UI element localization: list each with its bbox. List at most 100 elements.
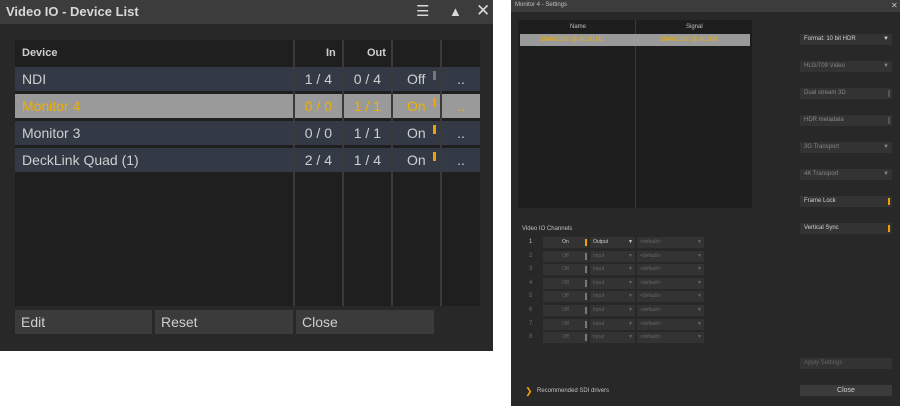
device-more-button[interactable]: ..: [442, 67, 480, 91]
channel-mode-select[interactable]: Input ▼: [590, 277, 635, 289]
channel-mode-select[interactable]: Input ▼: [590, 250, 635, 262]
status-indicator: [433, 125, 436, 134]
channel-mode-label: Input: [593, 252, 605, 259]
column-header-out: Out: [367, 47, 386, 59]
close-icon[interactable]: ✕: [891, 1, 898, 10]
device-more-button[interactable]: ..: [442, 94, 480, 118]
vertical-sync-toggle[interactable]: Vertical Sync: [800, 223, 892, 234]
column-divider: [635, 20, 636, 208]
option-select[interactable]: 4K Transport ▼: [800, 169, 892, 180]
channel-state-toggle[interactable]: On: [543, 237, 588, 248]
channel-mode-label: Input: [593, 293, 605, 300]
toggle-indicator: [888, 225, 890, 232]
channel-state-toggle[interactable]: Off: [543, 318, 588, 330]
table-row-selected[interactable]: Monitor 4 0 / 0 1 / 1 On ..: [15, 94, 480, 118]
chevron-down-icon: ▼: [628, 293, 633, 300]
format-select[interactable]: Format: 10 bit HDR ▼: [800, 34, 892, 45]
device-name: NDI: [15, 67, 293, 91]
channel-route-select[interactable]: <default> ▼: [637, 277, 704, 289]
table-row[interactable]: DeckLink Quad (1) 2 / 4 1 / 4 On ..: [15, 148, 480, 172]
reset-button[interactable]: Reset: [155, 310, 293, 334]
channel-mode-select[interactable]: Input ▼: [590, 305, 635, 316]
format-label: Format: 10 bit HDR: [804, 36, 856, 42]
channel-route-select[interactable]: <default> ▼: [637, 305, 704, 316]
table-row[interactable]: NDI 1 / 4 0 / 4 Off ..: [15, 67, 480, 91]
channel-state-label: Off: [562, 307, 569, 313]
option-label: HLG/709 Video: [804, 63, 845, 69]
frame-lock-toggle[interactable]: Frame Lock: [800, 196, 892, 207]
device-status-toggle[interactable]: On: [393, 94, 440, 118]
channel-mode-select[interactable]: Input ▼: [590, 264, 635, 276]
channel-state-toggle[interactable]: Off: [543, 250, 588, 262]
table-row[interactable]: Monitor 3 0 / 0 1 / 1 On ..: [15, 121, 480, 145]
chevron-right-icon: ❯: [525, 386, 533, 396]
column-header-signal: Signal: [686, 24, 703, 30]
option-label: 3G Transport: [804, 144, 840, 150]
close-button[interactable]: Close: [800, 385, 892, 396]
chevron-down-icon: ▼: [628, 279, 633, 286]
toggle-indicator: [585, 266, 587, 274]
device-more-button[interactable]: ..: [442, 148, 480, 172]
channel-route-select[interactable]: <default> ▼: [637, 237, 704, 248]
channel-route-label: <default>: [640, 266, 661, 273]
channel-route-select[interactable]: <default> ▼: [637, 318, 704, 330]
chevron-down-icon: ▼: [883, 36, 889, 42]
channel-mode-label: Input: [593, 266, 605, 273]
channel-state-toggle[interactable]: Off: [543, 277, 588, 289]
channel-mode-label: Input: [593, 279, 605, 286]
device-out: 1 / 1: [344, 121, 391, 145]
channel-route-label: <default>: [640, 334, 661, 341]
toggle-indicator: [585, 334, 587, 342]
channel-mode-select[interactable]: Output ▼: [590, 237, 635, 248]
channel-state-toggle[interactable]: Off: [543, 264, 588, 276]
channel-row: 5 Off Input ▼ <default> ▼: [511, 291, 751, 303]
option-toggle[interactable]: Dual stream 3D: [800, 88, 892, 99]
recommended-drivers-link[interactable]: Recommended SDI drivers: [537, 388, 609, 394]
device-status-toggle[interactable]: On: [393, 121, 440, 145]
channel-route-select[interactable]: <default> ▼: [637, 291, 704, 303]
collapse-icon[interactable]: ▲: [449, 4, 462, 20]
menu-icon[interactable]: ☰: [416, 4, 429, 20]
channel-state-toggle[interactable]: Off: [543, 291, 588, 303]
signal-name: 3840x2160 @ 60.00 Hz: [540, 37, 604, 43]
chevron-down-icon: ▼: [697, 279, 702, 286]
status-indicator: [433, 98, 436, 107]
vertical-sync-label: Vertical Sync: [804, 225, 839, 231]
device-status-toggle[interactable]: On: [393, 148, 440, 172]
apply-settings-button[interactable]: Apply Settings: [800, 358, 892, 369]
channel-state-label: Off: [562, 320, 569, 327]
chevron-down-icon: ▼: [628, 320, 633, 327]
device-table: Device In Out NDI 1 / 4 0 / 4 Off .. Mon…: [15, 40, 480, 306]
option-toggle[interactable]: HDR metadata: [800, 115, 892, 126]
channel-state-label: On: [562, 239, 569, 245]
channel-mode-select[interactable]: Input ▼: [590, 318, 635, 330]
device-in: 0 / 0: [295, 121, 342, 145]
title-bar[interactable]: Monitor 4 - Settings ✕: [511, 0, 900, 12]
device-more-button[interactable]: ..: [442, 121, 480, 145]
channel-mode-select[interactable]: Input ▼: [590, 332, 635, 344]
channel-route-label: <default>: [640, 293, 661, 300]
device-name: Monitor 3: [15, 121, 293, 145]
device-status-toggle[interactable]: Off: [393, 67, 440, 91]
edit-button[interactable]: Edit: [15, 310, 152, 334]
chevron-down-icon: ▼: [883, 63, 889, 69]
title-bar[interactable]: Video IO - Device List ☰ ▲ ✕: [0, 0, 493, 24]
channel-mode-label: Input: [593, 307, 605, 313]
channel-route-label: <default>: [640, 252, 661, 259]
channel-route-select[interactable]: <default> ▼: [637, 332, 704, 344]
option-select[interactable]: HLG/709 Video ▼: [800, 61, 892, 72]
channel-state-toggle[interactable]: Off: [543, 332, 588, 344]
option-select[interactable]: 3G Transport ▼: [800, 142, 892, 153]
channel-mode-select[interactable]: Input ▼: [590, 291, 635, 303]
channel-route-select[interactable]: <default> ▼: [637, 264, 704, 276]
chevron-down-icon: ▼: [628, 307, 633, 313]
list-item-selected[interactable]: 3840x2160 @ 60.00 Hz 3840x2160 @ 60.000: [520, 34, 750, 46]
toggle-indicator: [585, 320, 587, 328]
chevron-down-icon: ▼: [697, 293, 702, 300]
channel-state-toggle[interactable]: Off: [543, 305, 588, 316]
status-label: On: [407, 152, 426, 168]
channel-number: 2: [529, 252, 533, 259]
close-icon[interactable]: ✕: [476, 2, 490, 19]
close-button[interactable]: Close: [296, 310, 434, 334]
channel-route-select[interactable]: <default> ▼: [637, 250, 704, 262]
